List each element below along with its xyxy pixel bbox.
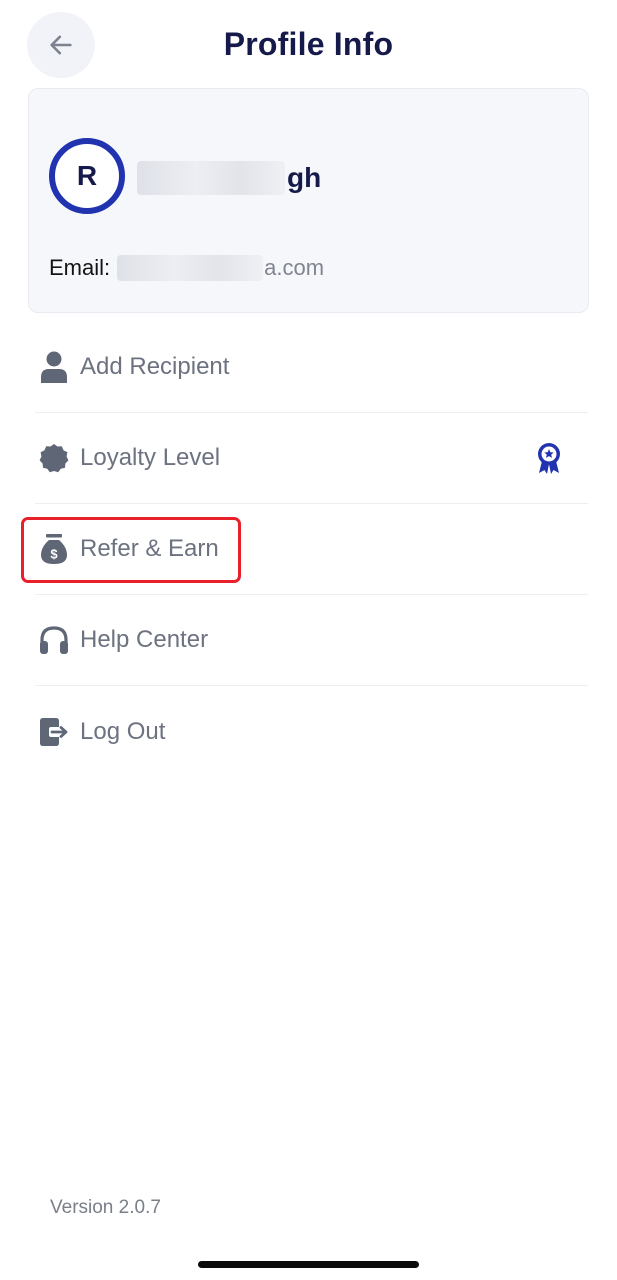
money-bag-icon: $: [37, 532, 71, 566]
award-ribbon-icon: [534, 441, 564, 475]
avatar: R: [49, 138, 125, 214]
menu-label: Log Out: [80, 717, 166, 745]
menu-item-loyalty-level[interactable]: Loyalty Level: [35, 413, 588, 504]
profile-card: R gh Email: a.com: [28, 88, 589, 313]
badge-icon: [37, 441, 71, 475]
menu-label: Refer & Earn: [80, 535, 219, 562]
headphones-icon: [37, 623, 71, 657]
profile-menu: Add Recipient Loyalty Level $ Refer & Ea…: [21, 322, 588, 777]
menu-label: Add Recipient: [80, 353, 230, 380]
email-visible-text: a.com: [264, 255, 325, 280]
avatar-initial: R: [76, 160, 98, 191]
email-redacted: [117, 255, 264, 281]
profile-name: gh: [137, 159, 321, 197]
page-title: Profile Info: [223, 26, 394, 62]
email-label: Email:: [49, 255, 111, 280]
menu-item-log-out[interactable]: Log Out: [35, 686, 588, 777]
name-redacted: [137, 161, 285, 195]
svg-text:$: $: [50, 547, 58, 562]
menu-item-add-recipient[interactable]: Add Recipient: [35, 322, 588, 413]
profile-email: Email: a.com: [49, 255, 324, 281]
logout-icon: [37, 715, 71, 749]
name-visible-text: gh: [287, 162, 322, 193]
person-icon: [37, 350, 71, 384]
home-indicator: [198, 1261, 419, 1268]
profile-screen: Profile Info R gh Email: a.com Add Recip…: [0, 0, 617, 1280]
menu-label: Help Center: [80, 626, 209, 653]
app-version: Version 2.0.7: [50, 1197, 161, 1218]
menu-label: Loyalty Level: [80, 444, 221, 471]
menu-item-refer-earn[interactable]: $ Refer & Earn: [21, 504, 588, 595]
menu-item-help-center[interactable]: Help Center: [35, 595, 588, 686]
